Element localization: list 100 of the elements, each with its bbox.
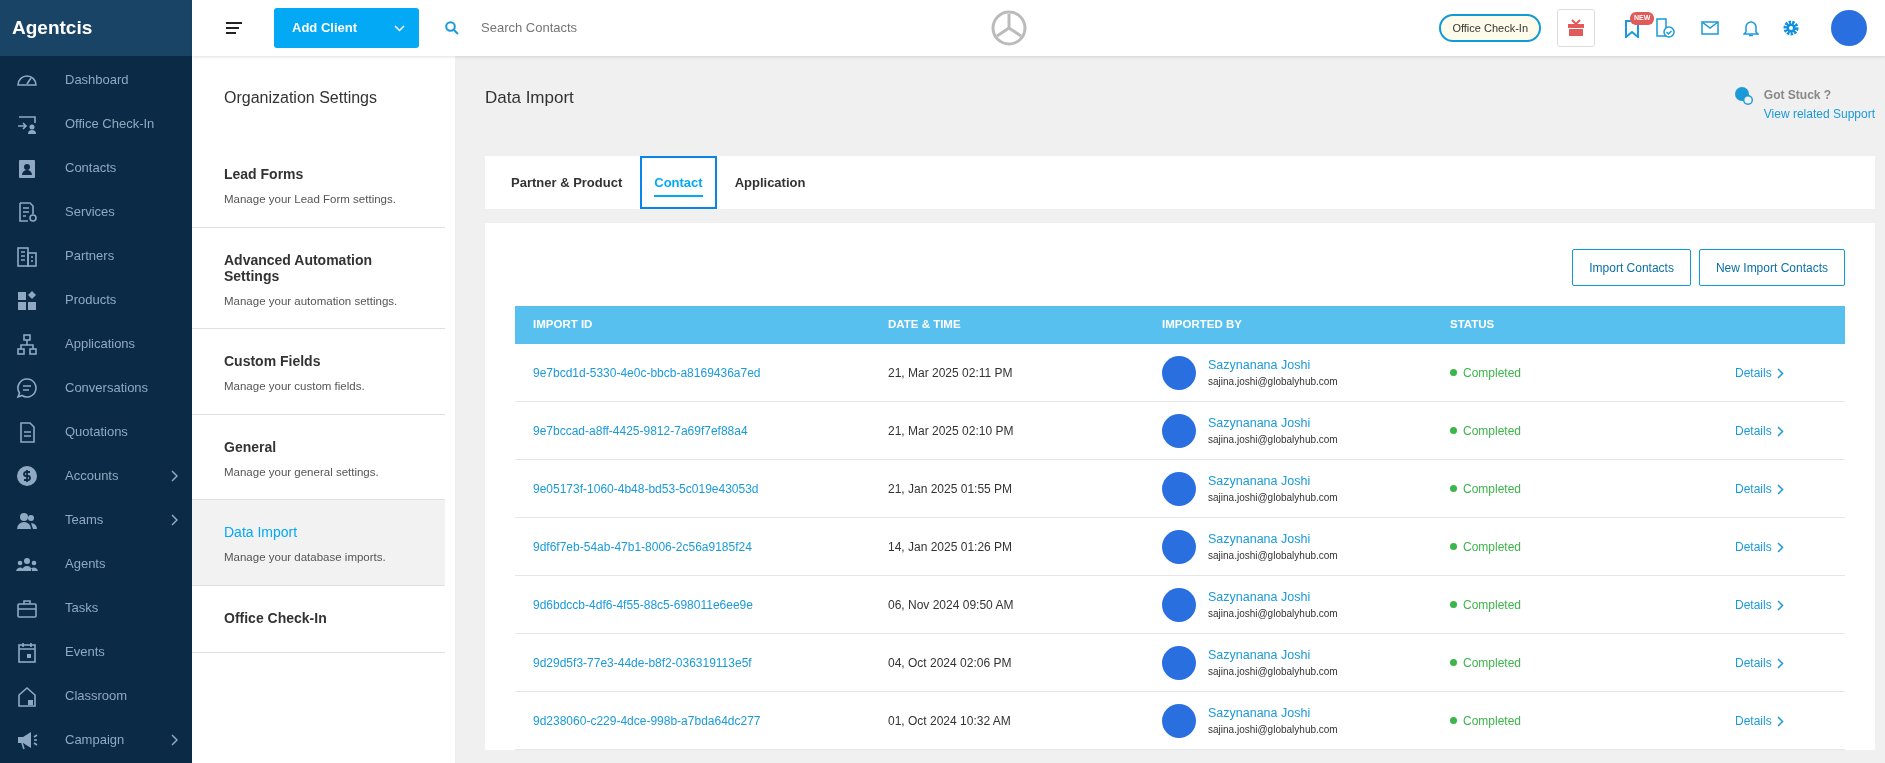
sidebar-item[interactable]: Contacts	[0, 146, 192, 190]
sidebar-item[interactable]: Services	[0, 190, 192, 234]
avatar	[1162, 587, 1196, 622]
sidebar-item[interactable]: Office Check-In	[0, 102, 192, 146]
import-id-link[interactable]: 9e05173f-1060-4b48-bd53-5c019e43053d	[533, 479, 759, 498]
user-name-link[interactable]: Sazynanana Joshi	[1208, 355, 1338, 375]
sidebar-item[interactable]: Quotations	[0, 410, 192, 454]
house-icon	[16, 685, 38, 707]
status-dot	[1450, 543, 1457, 550]
user-name-link[interactable]: Sazynanana Joshi	[1208, 413, 1338, 433]
column-header: IMPORTED BY	[1162, 317, 1242, 333]
import-id-link[interactable]: 9e7bcd1d-5330-4e0c-bbcb-a8169436a7ed	[533, 363, 761, 382]
brand-logo[interactable]: Agentcis	[0, 0, 192, 56]
user-email: sajina.joshi@globalyhub.com	[1208, 607, 1338, 622]
chat-bubble-icon	[16, 377, 38, 399]
building-icon	[16, 245, 38, 267]
details-link[interactable]: Details	[1735, 653, 1784, 672]
details-link[interactable]: Details	[1735, 595, 1784, 614]
menu-icon[interactable]	[226, 22, 242, 34]
bell-icon[interactable]	[1743, 19, 1759, 37]
date-time-text: 06, Nov 2024 09:50 AM	[888, 596, 1014, 614]
import-id-link[interactable]: 9d29d5f3-77e3-44de-b8f2-036319113e5f	[533, 653, 752, 672]
date-time-text: 01, Oct 2024 10:32 AM	[888, 712, 1011, 730]
office-check-in-button[interactable]: Office Check-In	[1439, 13, 1541, 43]
sidebar-item[interactable]: Campaign	[0, 718, 192, 762]
settings-item[interactable]: Lead Forms Manage your Lead Form settings.	[192, 142, 445, 228]
status-label: Completed	[1463, 364, 1522, 382]
user-name-link[interactable]: Sazynanana Joshi	[1208, 645, 1338, 665]
import-id-link[interactable]: 9df6f7eb-54ab-47b1-8006-2c56a9185f24	[533, 537, 752, 556]
grid-icon	[16, 289, 38, 311]
avatar	[1162, 355, 1196, 390]
user-email: sajina.joshi@globalyhub.com	[1208, 491, 1338, 506]
status-label: Completed	[1463, 712, 1522, 730]
details-link[interactable]: Details	[1735, 711, 1784, 730]
tab[interactable]: Application	[720, 156, 820, 209]
sidebar-item[interactable]: Events	[0, 630, 192, 674]
help-question: Got Stuck ?	[1763, 87, 1833, 104]
chevron-icon	[1776, 715, 1784, 727]
details-link[interactable]: Details	[1735, 479, 1784, 498]
status-dot	[1450, 369, 1457, 376]
user-email: sajina.joshi@globalyhub.com	[1208, 433, 1338, 448]
user-email: sajina.joshi@globalyhub.com	[1208, 549, 1338, 564]
details-link[interactable]: Details	[1735, 537, 1784, 556]
user-name-link[interactable]: Sazynanana Joshi	[1208, 471, 1338, 491]
status-label: Completed	[1463, 480, 1522, 498]
search-icon[interactable]	[445, 21, 459, 35]
chevron-icon	[1776, 425, 1784, 437]
avatar	[1162, 703, 1196, 738]
gift-icon	[1567, 19, 1585, 37]
sidebar-item[interactable]: Teams	[0, 498, 192, 542]
sidebar-item[interactable]: Classroom	[0, 674, 192, 718]
avatar	[1162, 529, 1196, 564]
settings-item[interactable]: Advanced Automation Settings Manage your automation settings.	[192, 227, 445, 330]
help-chat-icon	[1733, 86, 1754, 106]
settings-item[interactable]: Office Check-In	[192, 585, 445, 653]
import-id-link[interactable]: 9e7bccad-a8ff-4425-9812-7a69f7ef88a4	[533, 421, 748, 440]
sidebar-item[interactable]: Agents	[0, 542, 192, 586]
briefcase-icon	[16, 597, 38, 619]
column-header: IMPORT ID	[533, 317, 593, 333]
status-dot	[1450, 427, 1457, 434]
date-time-text: 21, Mar 2025 02:11 PM	[888, 364, 1013, 382]
import-id-link[interactable]: 9d238060-c229-4dce-998b-a7bda64dc277	[533, 711, 761, 730]
document-check-icon[interactable]	[1655, 18, 1675, 38]
date-time-text: 21, Jan 2025 01:55 PM	[888, 480, 1013, 498]
settings-item[interactable]: Data Import Manage your database imports.	[192, 500, 445, 586]
tab[interactable]: Partner & Product	[497, 156, 637, 209]
user-name-link[interactable]: Sazynanana Joshi	[1208, 529, 1338, 549]
details-link[interactable]: Details	[1735, 363, 1784, 382]
sidebar-item[interactable]: Partners	[0, 234, 192, 278]
user-name-link[interactable]: Sazynanana Joshi	[1208, 703, 1338, 723]
date-time-text: 04, Oct 2024 02:06 PM	[888, 654, 1012, 672]
user-name-link[interactable]: Sazynanana Joshi	[1208, 587, 1338, 607]
settings-icon[interactable]	[1783, 20, 1799, 36]
import-id-link[interactable]: 9d6bdccb-4df6-4f55-88c5-698011e6ee9e	[533, 595, 753, 614]
wheel-logo-icon	[991, 10, 1028, 46]
sidebar-item[interactable]: Products	[0, 278, 192, 322]
user-email: sajina.joshi@globalyhub.com	[1208, 723, 1338, 738]
mail-icon[interactable]	[1701, 21, 1719, 35]
avatar[interactable]	[1831, 10, 1867, 46]
bookmark-icon[interactable]	[1625, 19, 1639, 38]
details-link[interactable]: Details	[1735, 421, 1784, 440]
calendar-icon	[16, 641, 38, 663]
status-dot	[1450, 659, 1457, 666]
avatar	[1162, 645, 1196, 680]
import-button[interactable]: New Import Contacts	[1698, 249, 1845, 286]
sidebar-item[interactable]: Dashboard	[0, 58, 192, 102]
sidebar-item[interactable]: Tasks	[0, 586, 192, 630]
chevron-icon	[1776, 367, 1784, 379]
settings-item[interactable]: Custom Fields Manage your custom fields.	[192, 329, 445, 415]
sidebar-item[interactable]: Applications	[0, 322, 192, 366]
date-time-text: 21, Mar 2025 02:10 PM	[888, 422, 1014, 440]
sidebar-item[interactable]: Conversations	[0, 366, 192, 410]
status-label: Completed	[1463, 538, 1522, 556]
sidebar-item[interactable]: Accounts	[0, 454, 192, 498]
import-button[interactable]: Import Contacts	[1572, 249, 1691, 286]
gift-button[interactable]	[1557, 9, 1595, 47]
chevron-icon	[1776, 657, 1784, 669]
user-email: sajina.joshi@globalyhub.com	[1208, 375, 1338, 390]
column-header: DATE & TIME	[888, 317, 961, 333]
document-gear-icon	[16, 201, 38, 223]
